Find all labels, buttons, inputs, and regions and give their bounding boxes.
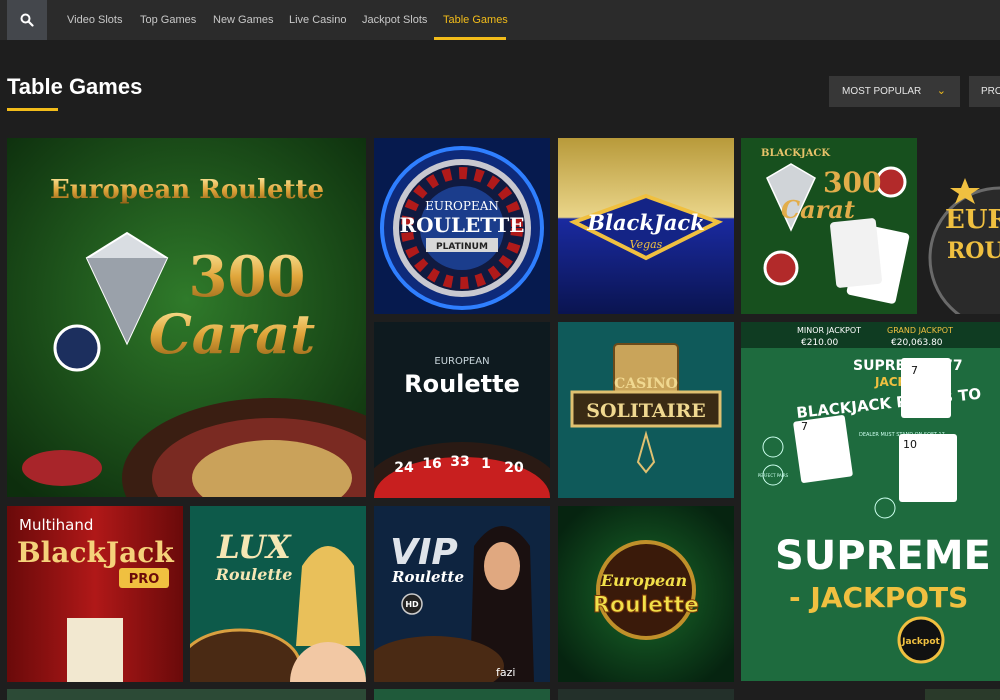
tile-subtitle: - JACKPOTS [789, 581, 968, 614]
tile-subtitle: BlackJack [17, 536, 174, 569]
search-button[interactable] [7, 0, 47, 40]
page-title: Table Games [7, 74, 143, 99]
tile-subtitle: Roulette [391, 568, 464, 586]
tile-title: European Roulette [50, 175, 324, 205]
game-tile-partial[interactable] [7, 689, 366, 700]
title-underline [7, 108, 58, 111]
nav-top-games[interactable]: Top Games [140, 0, 196, 40]
tile-subtitle: Roulette [404, 370, 520, 398]
wheel-number: 33 [450, 454, 469, 470]
game-tile-blackjack-vegas[interactable]: BlackJack Vegas [558, 138, 734, 314]
nav-jackpot-slots[interactable]: Jackpot Slots [362, 0, 427, 40]
tile-title: VIP [390, 532, 458, 573]
bet-spot-label: PERFECT PAIRS [758, 473, 789, 478]
tile-title: EUROPEAN [434, 356, 489, 367]
tile-badge: PLATINUM [436, 242, 488, 252]
tile-title: European [600, 571, 687, 590]
playing-card-value: 7 [911, 364, 918, 377]
game-tile-european-roulette-300-carat[interactable]: European Roulette 300 Carat [7, 138, 366, 497]
nav-new-games[interactable]: New Games [213, 0, 274, 40]
minor-jackpot-value: €210.00 [801, 338, 838, 348]
jackpot-badge: Jackpot [901, 637, 940, 647]
tile-subtitle: 300 [189, 244, 306, 310]
tile-subtitle: ROULETTE [399, 213, 524, 237]
grand-jackpot-value: €20,063.80 [891, 338, 943, 348]
top-navigation: Video Slots Top Games New Games Live Cas… [0, 0, 1000, 40]
tile-subtitle: SOLITAIRE [586, 400, 706, 422]
game-tile-partial[interactable] [925, 689, 1000, 700]
wheel-number: 20 [504, 460, 524, 476]
game-tile-casino-solitaire[interactable]: CASINO SOLITAIRE [558, 322, 734, 498]
tile-title: SUPREME 7 [775, 533, 1000, 579]
provider-dropdown[interactable]: PRO [969, 76, 1000, 107]
game-tile-european-roulette[interactable]: EUROPEAN Roulette 24 16 33 1 20 [374, 322, 550, 498]
playing-card-value: 10 [903, 438, 917, 451]
game-tile-partial[interactable] [374, 689, 550, 700]
sort-dropdown[interactable]: MOST POPULAR ⌄ [829, 76, 960, 107]
nav-live-casino[interactable]: Live Casino [289, 0, 346, 40]
game-tile-blackjack-300-carat[interactable]: BLACKJACK 300 Carat [741, 138, 917, 314]
tile-subtitle: Vegas [630, 238, 663, 251]
active-tab-indicator [434, 37, 506, 40]
sort-dropdown-label: MOST POPULAR [842, 86, 922, 97]
game-tile-european-roulette-classic[interactable]: European Roulette [558, 506, 734, 682]
nav-table-games[interactable]: Table Games [443, 0, 508, 40]
playing-card-value: 7 [801, 420, 808, 433]
tile-title: CASINO [614, 376, 678, 392]
game-tile-lux-roulette[interactable]: LUX Roulette [190, 506, 366, 682]
nav-video-slots[interactable]: Video Slots [67, 0, 122, 40]
provider-dropdown-label: PRO [981, 86, 1000, 97]
tile-title: EURO [945, 205, 1000, 235]
provider-logo: fazi [496, 666, 515, 679]
tile-title: BlackJack [586, 210, 705, 235]
hd-badge: HD [405, 600, 419, 609]
game-tile-european-roulette-platinum[interactable]: EUROPEAN ROULETTE PLATINUM [374, 138, 550, 314]
search-icon [20, 13, 34, 27]
tile-subtitle-2: Carat [149, 302, 315, 366]
tile-subtitle-2: Carat [781, 195, 855, 224]
tile-title: LUX [216, 528, 292, 566]
tile-badge: PRO [129, 572, 160, 587]
wheel-number: 16 [422, 456, 441, 472]
wheel-number: 1 [481, 456, 491, 472]
game-tile-european-roulette-partial[interactable]: EURO ROU [925, 138, 1000, 314]
game-tile-partial[interactable] [558, 689, 734, 700]
game-tile-supreme-777-jackpots[interactable]: MINOR JACKPOT €210.00 GRAND JACKPOT €20,… [741, 322, 1000, 681]
wheel-number: 24 [394, 460, 414, 476]
chevron-down-icon: ⌄ [936, 85, 946, 97]
tile-subtitle: Roulette [593, 593, 699, 618]
game-tile-vip-roulette[interactable]: VIP Roulette HD fazi [374, 506, 550, 682]
grand-jackpot-label: GRAND JACKPOT [887, 326, 953, 335]
tile-title: Multihand [19, 516, 93, 534]
tile-title: BLACKJACK [761, 148, 830, 159]
minor-jackpot-label: MINOR JACKPOT [797, 326, 861, 335]
tile-title: EUROPEAN [425, 199, 499, 213]
game-tile-multihand-blackjack-pro[interactable]: Multihand BlackJack PRO [7, 506, 183, 682]
tile-subtitle: ROU [947, 238, 1000, 264]
tile-subtitle: Roulette [215, 565, 293, 584]
